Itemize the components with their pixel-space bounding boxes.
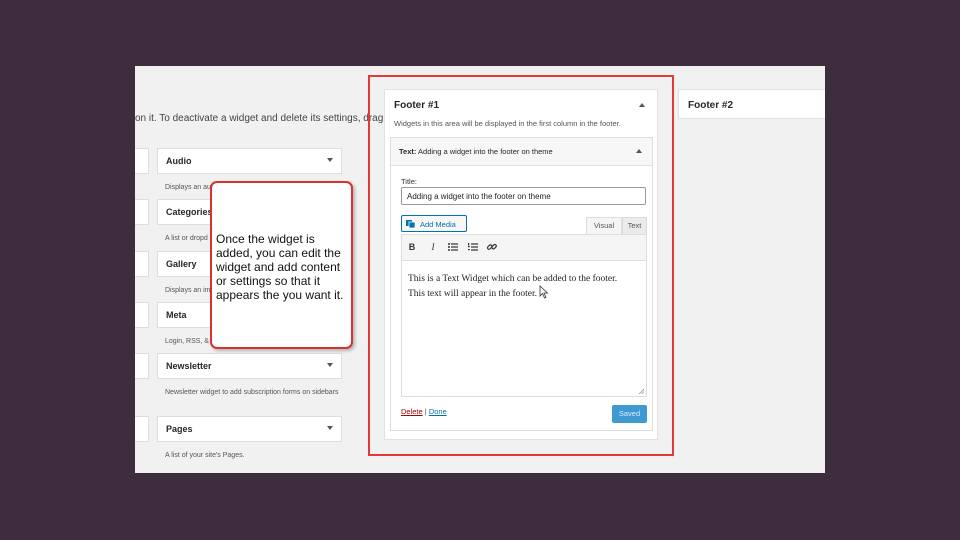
widget-audio[interactable]: Audio (157, 148, 342, 174)
sidebar-title[interactable]: Footer #1 (394, 100, 439, 111)
widget-description: A list of your site's Pages. (165, 452, 245, 459)
done-link[interactable]: Done (429, 407, 447, 416)
widget-stub[interactable] (135, 199, 149, 225)
sidebar-footer-2[interactable]: Footer #2 (678, 89, 825, 119)
widget-stub[interactable] (135, 251, 149, 277)
widget-title: Pages (166, 424, 193, 434)
widget-description: Newsletter widget to add subscription fo… (165, 389, 339, 396)
delete-link[interactable]: Delete (401, 407, 423, 416)
widget-header-title: Text: Adding a widget into the footer on… (399, 147, 553, 156)
text-widget: Text: Adding a widget into the footer on… (390, 137, 653, 431)
chevron-up-icon[interactable] (639, 103, 645, 107)
widget-pages[interactable]: Pages (157, 416, 342, 442)
widget-instance-title: Adding a widget into the footer on theme (418, 147, 553, 156)
widget-title: Audio (166, 156, 192, 166)
chevron-down-icon[interactable] (327, 426, 333, 430)
annotation-callout: Once the widget is added, you can edit t… (210, 181, 353, 349)
widget-type: Text: (399, 147, 417, 156)
widget-header[interactable]: Text: Adding a widget into the footer on… (391, 138, 652, 166)
sidebar-description: Widgets in this area will be displayed i… (394, 119, 621, 128)
widget-title: Gallery (166, 259, 197, 269)
chevron-up-icon[interactable] (636, 149, 642, 153)
editor-toolbar: B I (402, 235, 646, 261)
insert-link-button[interactable] (486, 241, 498, 253)
add-media-label: Add Media (420, 220, 456, 229)
widget-stub[interactable] (135, 353, 149, 379)
widget-stub[interactable] (135, 302, 149, 328)
resize-handle-icon[interactable] (638, 388, 644, 394)
widget-title: Meta (166, 310, 187, 320)
mouse-cursor-icon (539, 285, 549, 299)
content-editor[interactable]: B I This is a Text Widget which can be a… (401, 234, 647, 397)
widget-stub[interactable] (135, 148, 149, 174)
italic-button[interactable]: I (427, 241, 439, 253)
widget-newsletter[interactable]: Newsletter (157, 353, 342, 379)
numbered-list-icon (468, 243, 478, 251)
action-separator: | (424, 407, 427, 416)
sidebar-footer-1: Footer #1 Widgets in this area will be d… (384, 89, 658, 440)
tab-visual[interactable]: Visual (586, 217, 622, 234)
chevron-down-icon[interactable] (327, 158, 333, 162)
bold-button[interactable]: B (406, 241, 418, 253)
widget-actions: Delete | Done (401, 407, 447, 416)
title-label: Title: (401, 177, 417, 186)
tab-text[interactable]: Text (622, 217, 647, 234)
title-input[interactable] (401, 187, 646, 205)
add-media-button[interactable]: Add Media (401, 215, 467, 232)
sidebar-title[interactable]: Footer #2 (688, 100, 733, 111)
media-icon (406, 220, 415, 228)
numbered-list-button[interactable] (467, 241, 479, 253)
widget-title: Newsletter (166, 361, 212, 371)
screenshot-panel: on it. To deactivate a widget and delete… (135, 66, 825, 473)
callout-text: Once the widget is added, you can edit t… (216, 232, 344, 302)
link-icon (486, 243, 497, 250)
bulleted-list-button[interactable] (447, 241, 459, 253)
chevron-down-icon[interactable] (327, 363, 333, 367)
widget-stub[interactable] (135, 416, 149, 442)
widget-title: Categories (166, 207, 213, 217)
widgets-instructions: on it. To deactivate a widget and delete… (135, 113, 384, 124)
bulleted-list-icon (448, 243, 458, 251)
editor-content[interactable]: This is a Text Widget which can be added… (408, 272, 628, 302)
saved-button[interactable]: Saved (612, 405, 647, 423)
